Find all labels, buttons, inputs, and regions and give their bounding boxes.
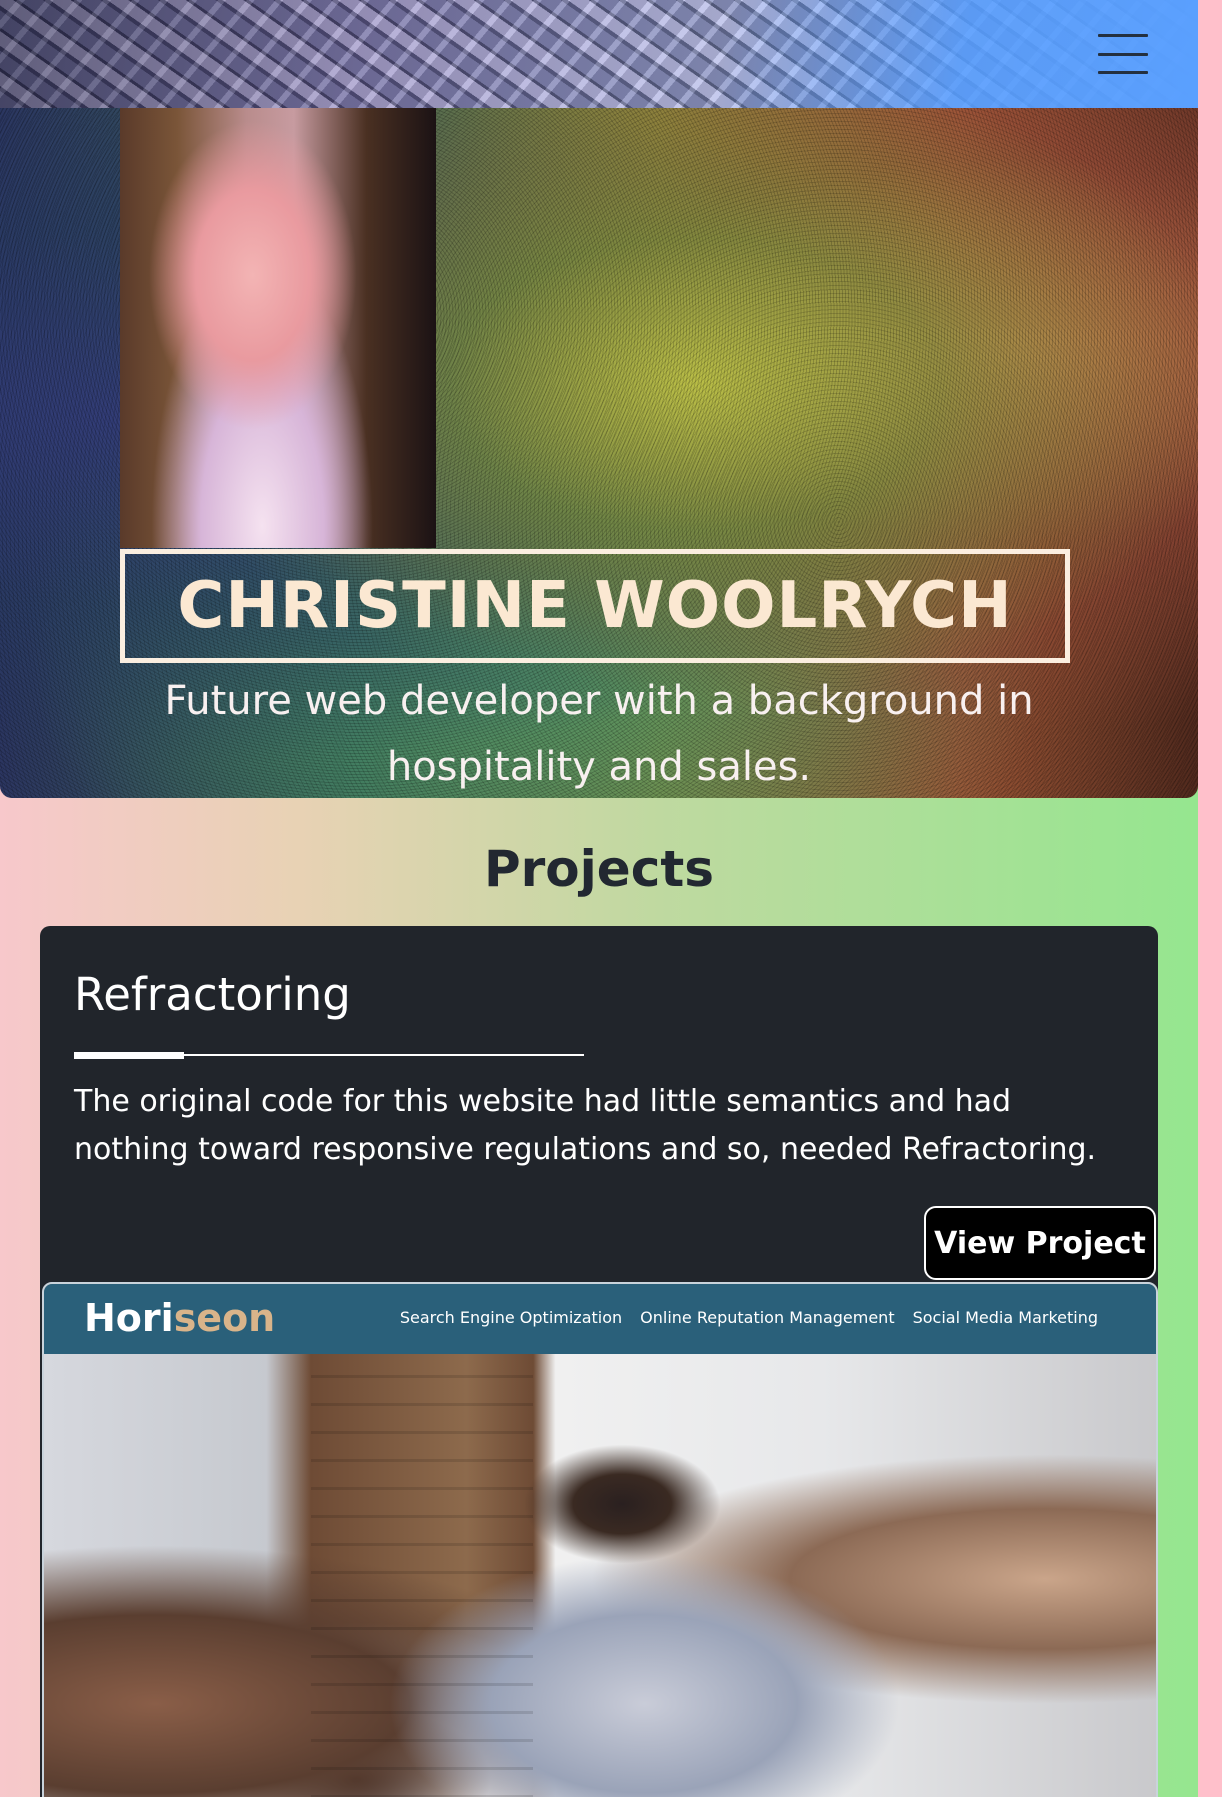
preview-nav-item: Search Engine Optimization bbox=[399, 1308, 623, 1327]
profile-photo bbox=[120, 108, 436, 548]
hamburger-line bbox=[1098, 52, 1148, 56]
navbar bbox=[0, 0, 1198, 108]
preview-nav: Search Engine Optimization Online Reputa… bbox=[400, 1308, 1098, 1327]
view-project-button[interactable]: View Project bbox=[924, 1206, 1156, 1280]
name-box: CHRISTINE WOOLRYCH bbox=[120, 549, 1070, 663]
hero-banner: CHRISTINE WOOLRYCH Future web developer … bbox=[0, 108, 1198, 798]
project-screenshot[interactable]: Horiseon Search Engine Optimization Onli… bbox=[42, 1282, 1158, 1797]
preview-header: Horiseon Search Engine Optimization Onli… bbox=[44, 1284, 1156, 1354]
project-description: The original code for this website had l… bbox=[74, 1084, 1097, 1167]
preview-team-photo bbox=[44, 1354, 1156, 1797]
hamburger-line bbox=[1098, 71, 1148, 74]
projects-heading: Projects bbox=[483, 840, 714, 898]
project-title: Refractoring bbox=[74, 968, 351, 1021]
hamburger-menu-icon[interactable] bbox=[1098, 34, 1148, 74]
preview-nav-item: Online Reputation Management bbox=[640, 1308, 895, 1327]
hero-tagline: Future web developer with a background i… bbox=[164, 678, 1034, 790]
preview-logo-accent: seon bbox=[173, 1296, 276, 1340]
title-divider-accent bbox=[74, 1052, 184, 1059]
preview-nav-item: Social Media Marketing bbox=[912, 1308, 1098, 1327]
preview-logo-main: Hori bbox=[84, 1296, 174, 1340]
hamburger-line bbox=[1098, 34, 1148, 37]
preview-logo: Horiseon bbox=[84, 1296, 275, 1340]
project-card: Refractoring The original code for this … bbox=[40, 926, 1158, 1797]
hero-name: CHRISTINE WOOLRYCH bbox=[177, 569, 1013, 643]
page: CHRISTINE WOOLRYCH Future web developer … bbox=[0, 0, 1198, 1797]
